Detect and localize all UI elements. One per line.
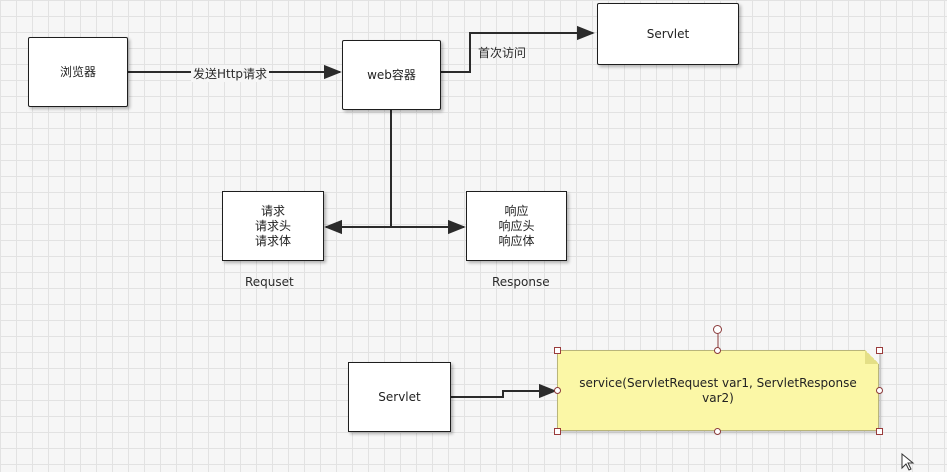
response-node[interactable]: 响应 响应头 响应体: [466, 191, 567, 261]
resize-handle-bottom-left[interactable]: [554, 428, 561, 435]
web-container-node[interactable]: web容器: [342, 40, 441, 110]
response-header-line: 响应头: [498, 218, 535, 233]
request-header-line: 请求头: [254, 218, 291, 233]
first-visit-label: 首次访问: [478, 46, 527, 60]
diagram-canvas[interactable]: 浏览器 发送Http请求 web容器 首次访问 Servlet 请求 请求头 请…: [0, 0, 947, 472]
rotate-handle[interactable]: [713, 325, 722, 334]
browser-label: 浏览器: [59, 64, 96, 79]
request-body-line: 请求体: [254, 233, 291, 248]
send-http-request-label: 发送Http请求: [191, 65, 270, 82]
browser-node[interactable]: 浏览器: [28, 37, 128, 107]
resize-handle-right[interactable]: [876, 387, 883, 394]
request-caption: Requset: [245, 275, 294, 289]
response-caption: Response: [492, 275, 550, 289]
rotate-handle-stem: [717, 334, 719, 348]
mouse-cursor-icon: [901, 453, 915, 471]
servlet-bottom-node[interactable]: Servlet: [348, 362, 451, 432]
response-line: 响应: [504, 203, 529, 218]
resize-handle-bottom[interactable]: [714, 428, 721, 435]
resize-handle-top-left[interactable]: [554, 347, 561, 354]
resize-handle-top-right[interactable]: [876, 347, 883, 354]
service-method-note[interactable]: service(ServletRequest var1, ServletResp…: [557, 350, 879, 431]
servlet-bottom-label: Servlet: [378, 389, 421, 404]
resize-handle-left[interactable]: [554, 387, 561, 394]
edge-servlet-to-service-note[interactable]: [451, 383, 557, 399]
service-method-text: service(ServletRequest var1, ServletResp…: [579, 375, 857, 405]
request-node[interactable]: 请求 请求头 请求体: [222, 191, 324, 261]
servlet-top-node[interactable]: Servlet: [597, 3, 739, 65]
resize-handle-top[interactable]: [714, 347, 721, 354]
web-container-label: web容器: [367, 67, 416, 82]
request-line: 请求: [260, 203, 285, 218]
response-body-line: 响应体: [498, 233, 535, 248]
resize-handle-bottom-right[interactable]: [876, 428, 883, 435]
servlet-top-label: Servlet: [646, 26, 690, 41]
